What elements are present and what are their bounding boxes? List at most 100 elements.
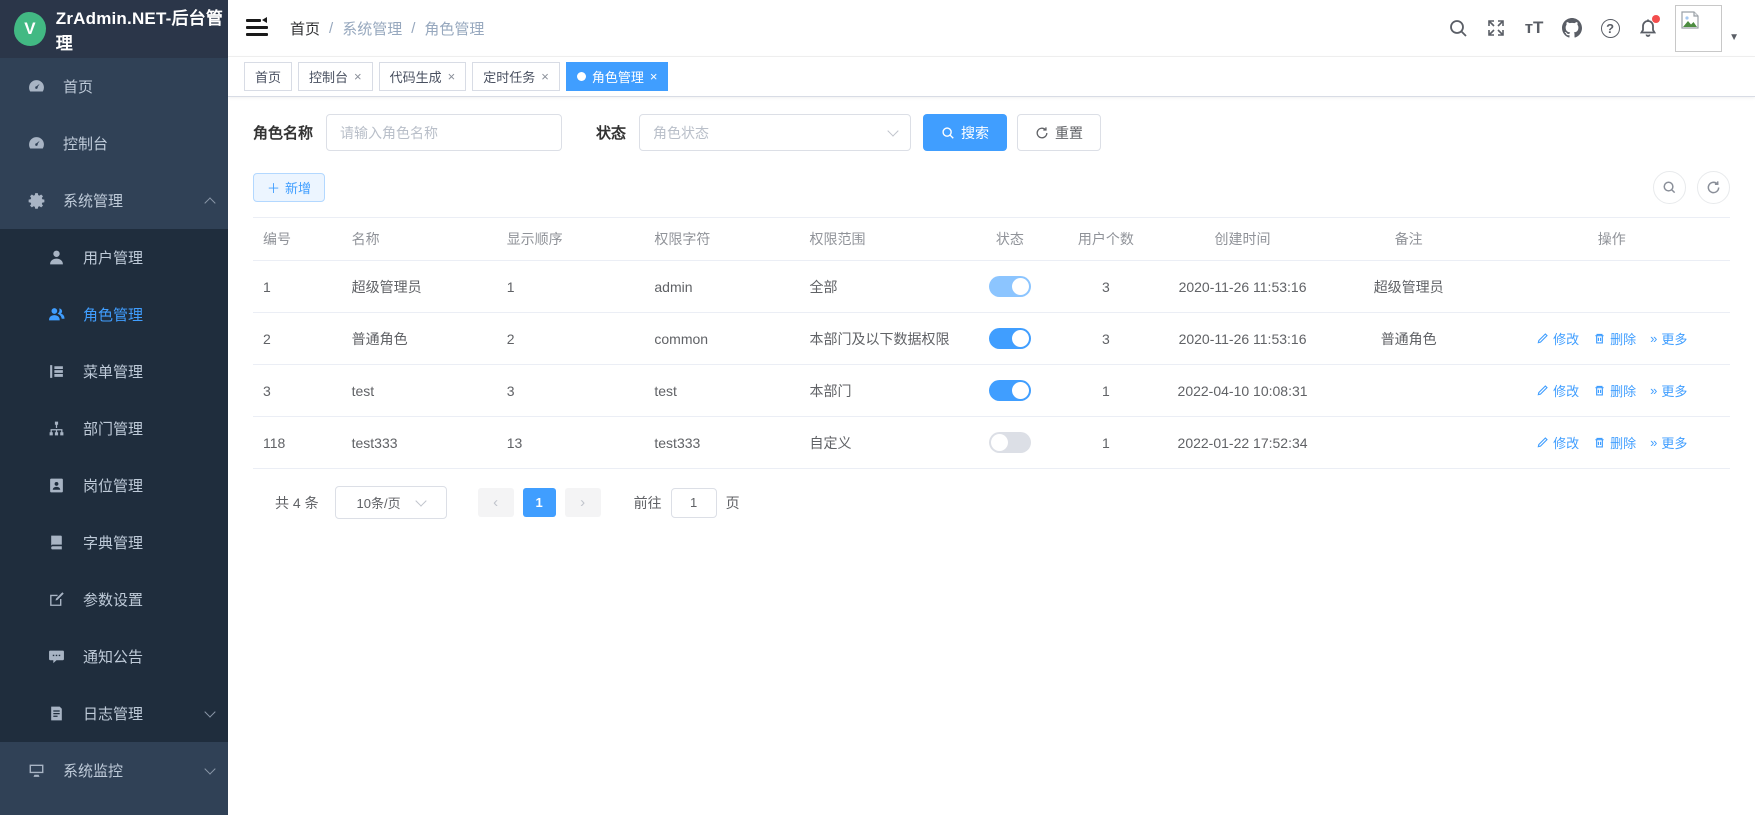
chevron-up-icon [204,197,215,208]
status-toggle[interactable] [989,328,1031,349]
user-icon [47,249,65,267]
sidebar-collapse-icon[interactable] [246,19,268,37]
table-row: 3 test 3 test 本部门 1 2022-04-10 10:08:31 … [253,365,1730,417]
more-link[interactable]: »更多 [1650,381,1687,400]
sidebar-item-menu-management[interactable]: 菜单管理 [0,343,228,400]
column-header: 名称 [342,218,497,260]
tab-console[interactable]: 控制台× [298,62,373,91]
close-icon[interactable]: × [541,70,549,83]
sidebar-item-announcements[interactable]: 通知公告 [0,628,228,685]
cell-key: test [644,368,799,414]
tab-home[interactable]: 首页 [244,62,292,91]
refresh-table-button[interactable] [1697,171,1730,204]
close-icon[interactable]: × [448,70,456,83]
sidebar: V ZrAdmin.NET-后台管理 首页 控制台 系统管理 用户管理 [0,0,228,815]
more-link[interactable]: »更多 [1650,433,1687,452]
search-icon[interactable] [1439,8,1477,48]
sidebar-item-user-management[interactable]: 用户管理 [0,229,228,286]
more-link[interactable]: »更多 [1650,329,1687,348]
monitor-icon [27,762,45,780]
tab-scheduled-tasks[interactable]: 定时任务× [472,62,560,91]
gear-icon [27,192,45,210]
main-area: 首页 / 系统管理 / 角色管理 тT ? ▼ [228,0,1755,815]
cell-remark [1324,428,1494,458]
sidebar-item-label: 通知公告 [83,646,214,667]
sidebar-item-post-management[interactable]: 岗位管理 [0,457,228,514]
caret-down-icon[interactable]: ▼ [1729,32,1739,43]
column-header: 编号 [253,218,342,260]
cell-key: common [644,316,799,362]
gauge-icon [27,78,45,96]
refresh-icon [1706,180,1721,195]
sidebar-item-role-management[interactable]: 角色管理 [0,286,228,343]
prev-page-button[interactable]: ‹ [478,488,514,517]
cell-user-count: 3 [1051,316,1162,362]
edit-link[interactable]: 修改 [1536,329,1579,348]
navbar: 首页 / 系统管理 / 角色管理 тT ? ▼ [228,0,1755,57]
status-select[interactable]: 角色状态 [639,114,911,151]
status-toggle[interactable] [989,432,1031,453]
font-size-icon[interactable]: тT [1515,8,1553,48]
cell-created-time: 2020-11-26 11:53:16 [1161,264,1323,310]
cell-remark: 普通角色 [1324,314,1494,364]
sidebar-item-parameter-settings[interactable]: 参数设置 [0,571,228,628]
sidebar-item-system-management[interactable]: 系统管理 [0,172,228,229]
cell-id: 3 [253,368,342,414]
close-icon[interactable]: × [354,70,362,83]
sidebar-item-dict-management[interactable]: 字典管理 [0,514,228,571]
breadcrumb-level2: 角色管理 [424,18,484,39]
sidebar-item-console[interactable]: 控制台 [0,115,228,172]
search-button[interactable]: 搜索 [923,114,1007,151]
goto-page: 前往 页 [634,488,740,518]
sidebar-item-label: 字典管理 [83,532,214,553]
role-name-input[interactable] [326,114,562,151]
cell-created-time: 2020-11-26 11:53:16 [1161,316,1323,362]
logo-bar[interactable]: V ZrAdmin.NET-后台管理 [0,0,228,58]
breadcrumb: 首页 / 系统管理 / 角色管理 [290,18,484,39]
tab-role-management[interactable]: 角色管理× [566,62,669,91]
cell-order: 13 [497,420,645,466]
badge-icon [47,477,65,495]
tab-code-generation[interactable]: 代码生成× [379,62,467,91]
sidebar-item-label: 系统监控 [63,760,206,781]
org-icon [47,420,65,438]
page-number-button[interactable]: 1 [523,488,556,517]
cell-created-time: 2022-04-10 10:08:31 [1161,368,1323,414]
fullscreen-icon[interactable] [1477,8,1515,48]
status-toggle[interactable] [989,276,1031,297]
breadcrumb-home[interactable]: 首页 [290,18,320,39]
column-header: 权限字符 [644,218,799,260]
cell-actions [1494,272,1730,302]
sidebar-item-label: 部门管理 [83,418,214,439]
notification-bell-icon[interactable] [1629,8,1667,48]
page-size-select[interactable]: 10条/页 [335,486,447,519]
reset-button[interactable]: 重置 [1017,114,1101,151]
avatar[interactable] [1675,5,1722,52]
add-button[interactable]: ＋ 新增 [253,173,325,202]
show-search-toggle-button[interactable] [1653,171,1686,204]
sidebar-item-system-monitor[interactable]: 系统监控 [0,742,228,799]
close-icon[interactable]: × [650,70,658,83]
edit-link[interactable]: 修改 [1536,381,1579,400]
sidebar-item-log-management[interactable]: 日志管理 [0,685,228,742]
delete-link[interactable]: 删除 [1593,433,1636,452]
edit-link[interactable]: 修改 [1536,433,1579,452]
cell-actions: 修改 删除 »更多 [1494,418,1730,467]
sidebar-item-home[interactable]: 首页 [0,58,228,115]
delete-link[interactable]: 删除 [1593,381,1636,400]
goto-page-input[interactable] [671,488,717,518]
status-toggle[interactable] [989,380,1031,401]
sidebar-item-label: 用户管理 [83,247,214,268]
next-page-button[interactable]: › [565,488,601,517]
plus-icon: ＋ [267,178,280,197]
github-icon[interactable] [1553,8,1591,48]
gauge-icon [27,135,45,153]
cell-user-count: 1 [1051,368,1162,414]
delete-link[interactable]: 删除 [1593,329,1636,348]
cell-name: test333 [342,420,497,466]
help-icon[interactable]: ? [1591,8,1629,48]
search-icon [941,126,955,140]
sidebar-item-department-management[interactable]: 部门管理 [0,400,228,457]
double-chevron-icon: » [1650,331,1657,346]
edit-icon [1536,384,1549,397]
